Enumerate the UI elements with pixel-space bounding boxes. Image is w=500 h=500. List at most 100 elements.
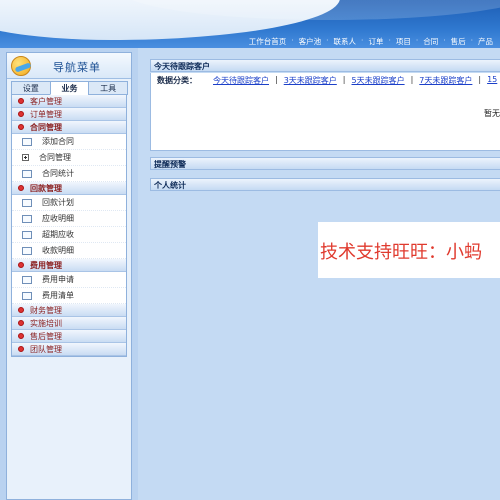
folder-icon [22, 275, 32, 284]
menu-group-label: 合同管理 [30, 122, 62, 132]
today-followup-panel: 数据分类： 今天待跟踪客户 | 3天未跟踪客户 | 5天未跟踪客户 | 7天未跟踪客户… [150, 73, 500, 151]
filter-sep: | [478, 75, 482, 84]
menu-group-after-sales[interactable]: 售后管理 [12, 330, 126, 343]
topnav-item-orders[interactable]: 订单 [365, 36, 386, 47]
menu-item-label: 费用申请 [42, 275, 74, 284]
menu-group-customer[interactable]: 客户管理 [12, 95, 126, 108]
menu-group-label: 回款管理 [30, 183, 62, 193]
topnav-item-contracts[interactable]: 合同 [420, 36, 441, 47]
topnav-item-home[interactable]: 工作台首页 [246, 36, 290, 47]
tech-support-banner: 技术支持旺旺：小蚂 [318, 222, 500, 278]
folder-icon [22, 291, 32, 300]
menu-item-expense-apply[interactable]: 费用申请 [12, 272, 126, 288]
sidebar: 导航菜单 设置 业务 工具 客户管理 订单管理 合同管理 添加合同 合同管理 合… [0, 48, 138, 500]
empty-state-text: 暂无 [484, 109, 500, 118]
tab-business[interactable]: 业务 [49, 81, 90, 95]
top-header: 工作台首页 · 客户池 · 联系人 · 订单 · 项目 · 合同 · 售后 · 产品 [0, 0, 500, 48]
sidebar-header: 导航菜单 [7, 53, 131, 79]
bullet-icon [18, 124, 24, 130]
topnav-item-contacts[interactable]: 联系人 [331, 36, 360, 47]
today-followup-header: 今天待跟踪客户 [150, 59, 500, 72]
filter-link-7days[interactable]: 7天未跟踪客户 [419, 75, 472, 86]
main-content: 今天待跟踪客户 数据分类： 今天待跟踪客户 | 3天未跟踪客户 | 5天未跟踪客户 |… [138, 48, 500, 500]
topnav-sep: · [291, 36, 294, 45]
menu-item-contract-stats[interactable]: 合同统计 [12, 166, 126, 182]
filter-link-today[interactable]: 今天待跟踪客户 [213, 75, 269, 86]
menu-group-label: 售后管理 [30, 331, 62, 341]
bullet-icon [18, 333, 24, 339]
folder-icon [22, 137, 32, 146]
menu-group-finance[interactable]: 财务管理 [12, 304, 126, 317]
menu-item-contract-manage[interactable]: 合同管理 [12, 150, 126, 166]
menu-item-label: 超期应收 [42, 230, 74, 239]
filter-sep: | [275, 75, 278, 84]
menu-group-expenses[interactable]: 费用管理 [12, 259, 126, 272]
tab-settings[interactable]: 设置 [11, 81, 51, 95]
sidebar-title: 导航菜单 [53, 61, 101, 74]
folder-icon [22, 246, 32, 255]
topnav-sep: · [443, 36, 446, 45]
menu-group-label: 财务管理 [30, 305, 62, 315]
menu-group-label: 实施培训 [30, 318, 62, 328]
topnav-sep: · [326, 36, 329, 45]
menu-item-receivable-detail[interactable]: 应收明细 [12, 211, 126, 227]
personal-stats-header: 个人统计 [150, 178, 500, 191]
filter-link-15days[interactable]: 15 [487, 75, 497, 86]
menu-item-add-contract[interactable]: 添加合同 [12, 134, 126, 150]
bullet-icon [18, 185, 24, 191]
menu-group-payments[interactable]: 回款管理 [12, 182, 126, 195]
menu-group-contracts[interactable]: 合同管理 [12, 121, 126, 134]
topnav-item-products[interactable]: 产品 [475, 36, 496, 47]
filter-link-5days[interactable]: 5天未跟踪客户 [352, 75, 405, 86]
top-navigation: 工作台首页 · 客户池 · 联系人 · 订单 · 项目 · 合同 · 售后 · 产品 [246, 36, 496, 47]
topnav-sep: · [388, 36, 391, 45]
topnav-item-customer-pool[interactable]: 客户池 [296, 36, 325, 47]
menu-group-orders[interactable]: 订单管理 [12, 108, 126, 121]
topnav-sep: · [361, 36, 364, 45]
topnav-item-after-sales[interactable]: 售后 [448, 36, 469, 47]
topnav-sep: · [415, 36, 419, 45]
tab-tools[interactable]: 工具 [88, 81, 129, 95]
filter-label: 数据分类： [157, 76, 197, 85]
menu-item-label: 回款计划 [42, 198, 74, 207]
folder-icon [22, 230, 32, 239]
data-filter-bar: 数据分类： 今天待跟踪客户 | 3天未跟踪客户 | 5天未跟踪客户 | 7天未跟踪客户… [157, 75, 497, 86]
menu-item-label: 合同统计 [42, 169, 74, 178]
menu-item-label: 添加合同 [42, 137, 74, 146]
filter-sep: | [342, 75, 346, 84]
menu-group-label: 客户管理 [30, 96, 62, 106]
bullet-icon [18, 320, 24, 326]
menu-group-training[interactable]: 实施培训 [12, 317, 126, 330]
menu-item-label: 收款明细 [42, 246, 74, 255]
menu-group-label: 团队管理 [30, 344, 62, 354]
filter-sep: | [410, 75, 414, 84]
menu-item-receipt-detail[interactable]: 收款明细 [12, 243, 126, 259]
menu-item-label: 合同管理 [39, 153, 71, 162]
folder-icon [22, 214, 32, 223]
sidebar-panel: 导航菜单 设置 业务 工具 客户管理 订单管理 合同管理 添加合同 合同管理 合… [6, 52, 132, 500]
menu-group-team[interactable]: 团队管理 [12, 343, 126, 356]
reminder-warning-header: 提醒预警 [150, 157, 500, 170]
menu-item-overdue-receivable[interactable]: 超期应收 [12, 227, 126, 243]
menu-item-label: 费用清单 [42, 291, 74, 300]
bullet-icon [18, 111, 24, 117]
nav-logo-icon [11, 56, 31, 76]
menu-group-label: 费用管理 [30, 260, 62, 270]
tech-support-text: 技术支持旺旺：小蚂 [320, 242, 482, 263]
folder-icon [22, 169, 32, 178]
sidebar-menu: 客户管理 订单管理 合同管理 添加合同 合同管理 合同统计 回款管理 回款计划 … [11, 95, 127, 357]
menu-group-label: 订单管理 [30, 109, 62, 119]
bullet-icon [18, 346, 24, 352]
expand-plus-icon[interactable] [22, 154, 29, 161]
folder-icon [22, 198, 32, 207]
topnav-item-projects[interactable]: 项目 [393, 36, 414, 47]
menu-item-payment-plan[interactable]: 回款计划 [12, 195, 126, 211]
bullet-icon [18, 262, 24, 268]
topnav-sep: · [470, 36, 473, 45]
sidebar-tabs: 设置 业务 工具 [11, 81, 129, 95]
filter-link-3days[interactable]: 3天未跟踪客户 [284, 75, 337, 86]
menu-item-label: 应收明细 [42, 214, 74, 223]
bullet-icon [18, 98, 24, 104]
bullet-icon [18, 307, 24, 313]
menu-item-expense-list[interactable]: 费用清单 [12, 288, 126, 304]
